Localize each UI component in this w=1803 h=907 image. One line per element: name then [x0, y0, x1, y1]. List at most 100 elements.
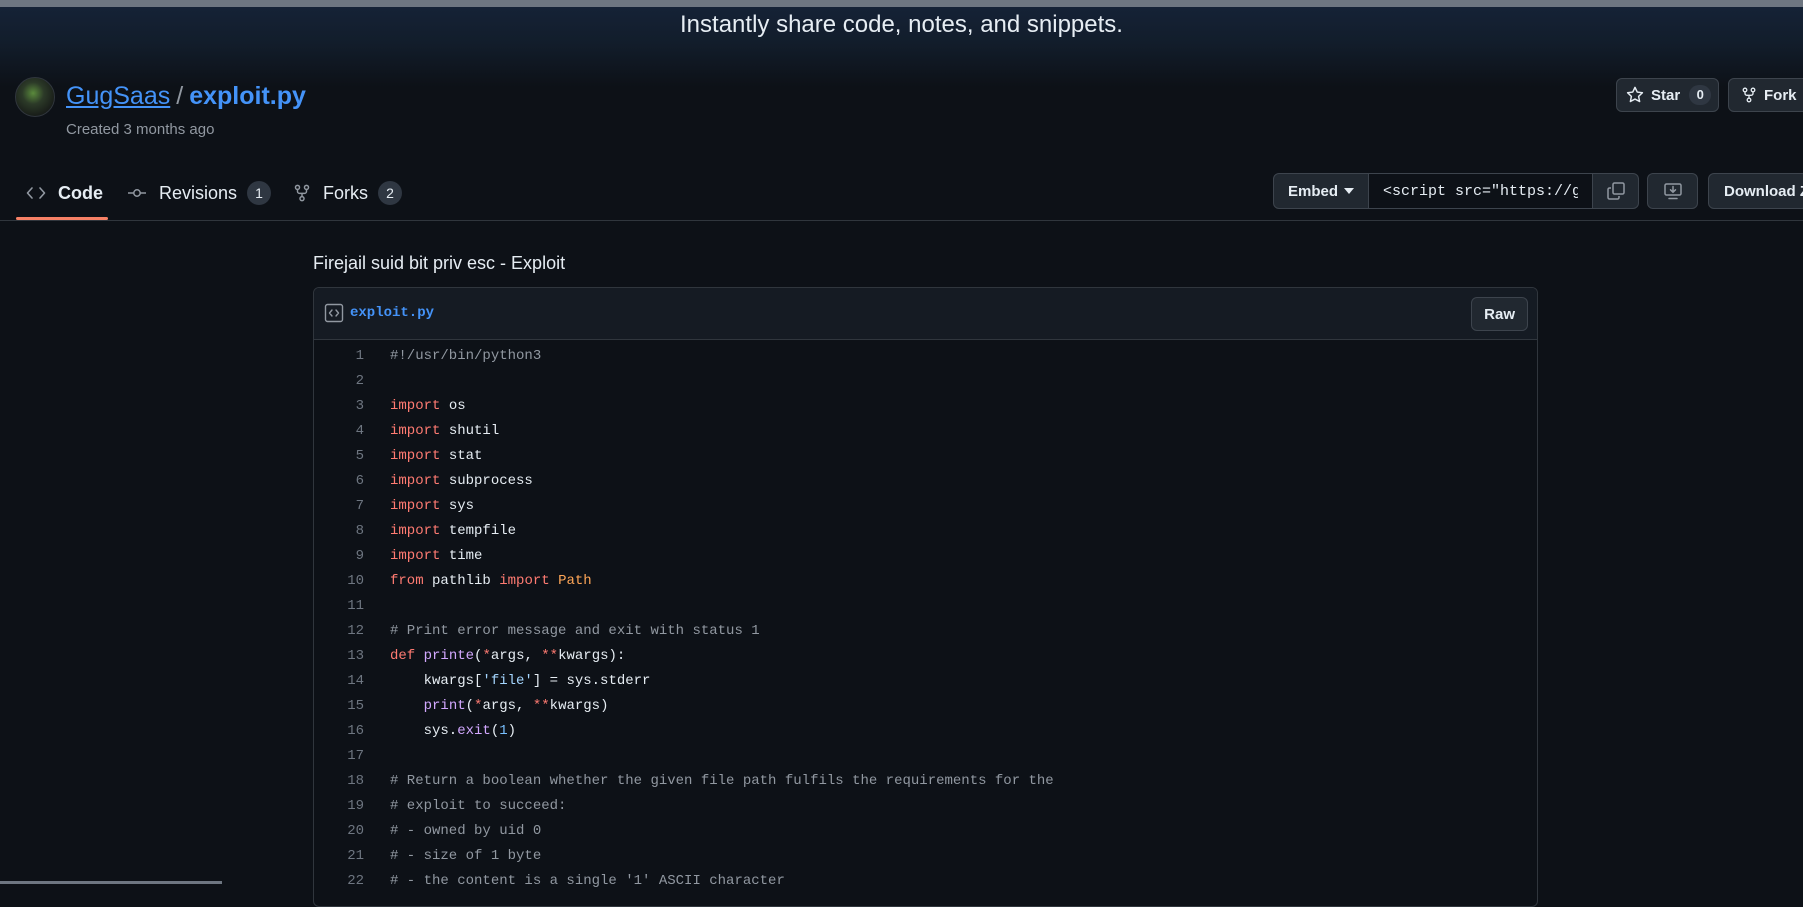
code-text: # - owned by uid 0: [364, 819, 541, 844]
code-line: 21 # - size of 1 byte: [314, 844, 1537, 869]
raw-button[interactable]: Raw: [1471, 297, 1528, 331]
forks-count: 2: [378, 181, 402, 205]
code-token: args,: [490, 648, 542, 664]
code-token: tempfile: [440, 523, 517, 539]
code-line: 22 # - the content is a single '1' ASCII …: [314, 869, 1537, 894]
embed-label: Embed: [1288, 182, 1339, 200]
embed-code-input[interactable]: [1369, 173, 1594, 209]
line-number[interactable]: 6: [314, 469, 364, 494]
git-fork-icon: [293, 184, 311, 202]
code-token: time: [440, 548, 483, 564]
raw-label: Raw: [1484, 305, 1515, 323]
code-token: import: [390, 498, 441, 514]
code-token: 'file': [482, 673, 533, 689]
avatar[interactable]: [15, 77, 55, 117]
line-number[interactable]: 18: [314, 769, 364, 794]
code-token: import: [390, 548, 441, 564]
line-number[interactable]: 13: [314, 644, 364, 669]
line-number[interactable]: 21: [314, 844, 364, 869]
line-number[interactable]: 20: [314, 819, 364, 844]
code-line: 10 from pathlib import Path: [314, 569, 1537, 594]
code-line: 18 # Return a boolean whether the given f…: [314, 769, 1537, 794]
code-line: 20 # - owned by uid 0: [314, 819, 1537, 844]
code-token: print: [423, 698, 466, 714]
code-line: 9 import time: [314, 544, 1537, 569]
copy-button[interactable]: [1593, 173, 1640, 209]
open-desktop-button[interactable]: [1647, 173, 1698, 209]
line-number[interactable]: 1: [314, 344, 364, 369]
embed-dropdown[interactable]: Embed: [1273, 173, 1370, 209]
code-text: import os: [364, 394, 466, 419]
code-token: stat: [440, 448, 483, 464]
gist-description: Firejail suid bit priv esc - Exploit: [313, 253, 566, 273]
code-token: exit: [457, 723, 491, 739]
code-token: # - owned by uid 0: [390, 823, 542, 839]
code-token: import: [390, 398, 441, 414]
line-number[interactable]: 19: [314, 794, 364, 819]
code-token: 1: [499, 723, 508, 739]
code-token: import: [390, 473, 441, 489]
code-token: *: [482, 648, 491, 664]
tab-code[interactable]: Code: [26, 166, 103, 220]
code-text: # exploit to succeed:: [364, 794, 566, 819]
tab-forks[interactable]: Forks 2: [293, 166, 402, 220]
file-header: exploit.py Raw: [314, 288, 1537, 340]
code-token: (: [490, 723, 500, 739]
star-icon: [1626, 86, 1644, 104]
code-line: 3 import os: [314, 394, 1537, 419]
tab-forks-label: Forks: [323, 182, 368, 203]
window-top-border: [0, 0, 1803, 7]
code-token: (: [465, 698, 475, 714]
code-line: 7 import sys: [314, 494, 1537, 519]
line-number[interactable]: 9: [314, 544, 364, 569]
owner-link[interactable]: GugSaas: [66, 82, 170, 110]
gist-title: GugSaas / exploit.py: [66, 82, 306, 111]
tab-revisions[interactable]: Revisions 1: [127, 166, 272, 220]
file-name-link[interactable]: exploit.py: [350, 305, 434, 321]
code-text: # Print error message and exit with stat…: [364, 619, 760, 644]
line-number[interactable]: 15: [314, 694, 364, 719]
line-number[interactable]: 4: [314, 419, 364, 444]
line-number[interactable]: 10: [314, 569, 364, 594]
tab-revisions-label: Revisions: [159, 182, 238, 203]
code-token: args,: [482, 698, 533, 714]
code-token: # - the content is a single '1' ASCII ch…: [390, 873, 785, 889]
code-text: # - the content is a single '1' ASCII ch…: [364, 869, 785, 894]
line-number[interactable]: 11: [314, 594, 364, 619]
fork-button[interactable]: Fork: [1728, 78, 1803, 112]
line-number[interactable]: 3: [314, 394, 364, 419]
line-number[interactable]: 2: [314, 369, 364, 394]
code-text: import shutil: [364, 419, 499, 444]
code-text: from pathlib import Path: [364, 569, 592, 594]
code-line: 8 import tempfile: [314, 519, 1537, 544]
code-token: subprocess: [440, 473, 533, 489]
code-token: pathlib: [423, 573, 500, 589]
code-line: 16 sys.exit(1): [314, 719, 1537, 744]
line-number[interactable]: 17: [314, 744, 364, 769]
code-token: printe: [423, 648, 475, 664]
tab-code-label: Code: [58, 182, 103, 203]
code-token: ] = sys.stderr: [532, 673, 651, 689]
code-line: 5 import stat: [314, 444, 1537, 469]
code-token: #!/usr/bin/python3: [390, 348, 542, 364]
code-token: os: [440, 398, 466, 414]
line-number[interactable]: 12: [314, 619, 364, 644]
download-zip-button[interactable]: Download ZIP: [1708, 173, 1803, 209]
line-number[interactable]: 22: [314, 869, 364, 894]
line-number[interactable]: 8: [314, 519, 364, 544]
code-token: Path: [558, 573, 592, 589]
code-text: print(*args, **kwargs): [364, 694, 609, 719]
line-number[interactable]: 5: [314, 444, 364, 469]
line-number[interactable]: 16: [314, 719, 364, 744]
filename-link[interactable]: exploit.py: [189, 82, 306, 110]
line-number[interactable]: 14: [314, 669, 364, 694]
code-token: # Print error message and exit with stat…: [390, 623, 760, 639]
line-number[interactable]: 7: [314, 494, 364, 519]
code-text: sys.exit(1): [364, 719, 516, 744]
code-view: 1 #!/usr/bin/python3 2 3 import os 4 import sh…: [314, 344, 1537, 894]
star-button[interactable]: Star 0: [1616, 78, 1719, 112]
code-token: sys: [440, 498, 475, 514]
